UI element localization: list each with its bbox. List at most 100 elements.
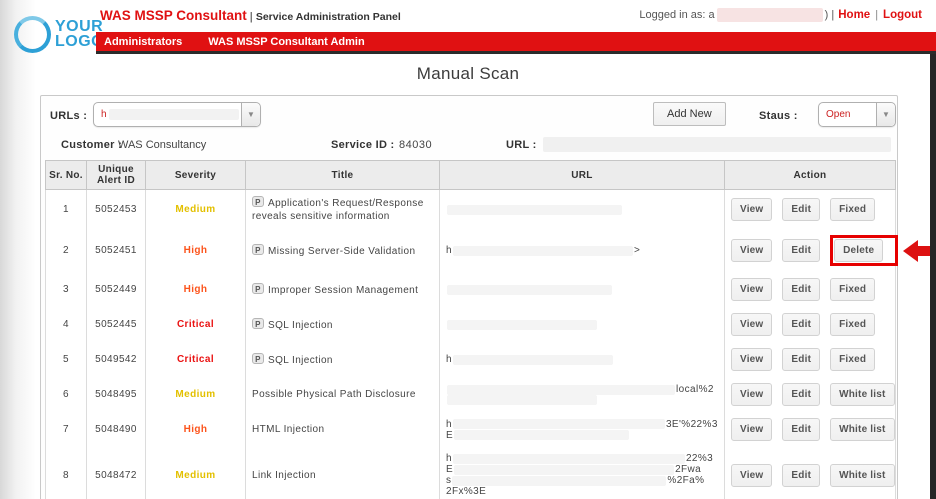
top-header: YOUR LOGO WAS MSSP Consultant | Service Ad… <box>0 0 936 53</box>
window-edge <box>930 54 936 499</box>
sr-no-cell: 6 <box>45 377 87 412</box>
sr-no-cell: 3 <box>45 272 87 307</box>
app-subtitle: Service Administration Panel <box>255 11 401 23</box>
white-list-button[interactable]: White list <box>830 383 895 406</box>
home-link[interactable]: Home <box>838 9 870 21</box>
table-row: 1 5052453 Medium P Application's Request/Res… <box>45 189 896 229</box>
logged-in-text: Logged in as: a <box>639 9 715 21</box>
fixed-button[interactable]: Fixed <box>830 278 876 301</box>
white-list-button[interactable]: White list <box>830 463 895 487</box>
col-severity: Severity <box>145 160 246 190</box>
url-fragment-line <box>446 319 718 330</box>
port-badge-icon: P <box>252 352 264 364</box>
url-fragment-line <box>446 204 718 215</box>
url-fragment-line: local%2 <box>446 384 718 395</box>
redacted-text <box>452 245 633 256</box>
edit-button[interactable]: Edit <box>782 239 821 262</box>
view-button[interactable]: View <box>731 239 773 262</box>
customer-value: WAS Consultancy <box>118 139 207 151</box>
alert-url-cell <box>439 189 725 229</box>
sr-no-cell: 4 <box>45 307 87 342</box>
url-fragment-line: E <box>446 430 718 441</box>
edit-button[interactable]: Edit <box>782 313 821 336</box>
page-title: Manual Scan <box>416 64 520 83</box>
edit-button[interactable]: Edit <box>782 463 821 487</box>
highlight-box: Delete <box>830 235 936 266</box>
severity-badge: Medium <box>145 189 246 229</box>
alert-id-cell: 5052449 <box>86 272 146 307</box>
nav-item-was-mssp-consultant-admin[interactable]: WAS MSSP Consultant Admin <box>208 36 364 48</box>
view-button[interactable]: View <box>731 418 773 441</box>
redacted-text <box>452 354 613 365</box>
edit-button[interactable]: Edit <box>782 383 821 406</box>
alert-title-cell: HTML Injection <box>245 412 440 447</box>
severity-badge: High <box>145 229 246 272</box>
alert-id-cell: 5052453 <box>86 189 146 229</box>
edit-button[interactable]: Edit <box>782 348 821 371</box>
action-cell: View Edit Fixed <box>724 189 896 229</box>
status-dropdown-value: Open <box>826 109 851 120</box>
alert-url-cell: h <box>439 342 725 377</box>
white-list-button[interactable]: White list <box>830 418 895 441</box>
alert-url-cell: h 22%3 E 2Fwa s %2Fa% 2Fx%3E <box>439 447 725 499</box>
nav-item-administrators[interactable]: Administrators <box>104 36 182 48</box>
app-title-bar: WAS MSSP Consultant | Service Administrati… <box>100 7 401 25</box>
fixed-button[interactable]: Fixed <box>830 198 876 221</box>
status-dropdown[interactable]: Open ▼ <box>818 102 896 127</box>
delete-button[interactable]: Delete <box>834 239 884 262</box>
view-button[interactable]: View <box>731 198 773 221</box>
add-new-button[interactable]: Add New <box>653 102 726 126</box>
col-sr-no: Sr. No. <box>45 160 87 190</box>
alert-id-cell: 5049542 <box>86 342 146 377</box>
url-label: URL : <box>506 139 537 151</box>
view-button[interactable]: View <box>731 278 773 301</box>
chevron-down-icon[interactable]: ▼ <box>876 103 895 126</box>
sr-no-cell: 5 <box>45 342 87 377</box>
redacted-text <box>447 319 597 330</box>
table-row: 7 5048490 High HTML Injection h 3E'%22%3 E View… <box>45 412 896 447</box>
urls-dropdown-value: h <box>94 109 241 120</box>
alert-url-cell: h > <box>439 229 725 272</box>
toolbar: URLs : h ▼ Add New Staus : Open ▼ <box>41 96 897 134</box>
view-button[interactable]: View <box>731 383 773 406</box>
chevron-down-icon[interactable]: ▼ <box>241 103 260 126</box>
severity-badge: Critical <box>145 307 246 342</box>
table-row: 6 5048495 Medium Possible Physical Path Dis… <box>45 377 896 412</box>
logo: YOUR LOGO <box>14 8 106 60</box>
action-cell: View Edit Fixed <box>724 272 896 307</box>
alert-title-cell: Link Injection <box>245 447 440 499</box>
severity-badge: High <box>145 272 246 307</box>
view-button[interactable]: View <box>731 313 773 336</box>
url-fragment-line: h 3E'%22%3 <box>446 418 718 430</box>
col-title: Title <box>245 160 440 190</box>
action-cell: View Edit White list <box>724 412 896 447</box>
redacted-username <box>716 8 823 22</box>
table-header-row: Sr. No. Unique Alert ID Severity Title U… <box>45 160 896 190</box>
alert-title-cell: Possible Physical Path Disclosure <box>245 377 440 412</box>
main-navbar: Administrators WAS MSSP Consultant Admin <box>96 32 936 54</box>
url-fragment-line: 2Fx%3E <box>446 486 487 497</box>
fixed-button[interactable]: Fixed <box>830 348 876 371</box>
logout-link[interactable]: Logout <box>883 9 922 21</box>
col-action: Action <box>724 160 896 190</box>
table-row: 5 5049542 Critical P SQL Injection h View Edit F… <box>45 342 896 377</box>
edit-button[interactable]: Edit <box>782 418 821 441</box>
alert-id-cell: 5048472 <box>86 447 146 499</box>
table-row: 3 5052449 High P Improper Session Management… <box>45 272 896 307</box>
url-fragment-line: h > <box>446 245 641 256</box>
port-badge-icon: P <box>252 196 264 207</box>
redacted-text <box>447 384 675 395</box>
col-url: URL <box>439 160 725 190</box>
alert-id-cell: 5052451 <box>86 229 146 272</box>
view-button[interactable]: View <box>731 348 773 371</box>
col-unique-alert-id: Unique Alert ID <box>86 160 146 190</box>
sr-no-cell: 1 <box>45 189 87 229</box>
edit-button[interactable]: Edit <box>782 278 821 301</box>
view-button[interactable]: View <box>731 463 773 487</box>
action-cell: View Edit White list <box>724 447 896 499</box>
edit-button[interactable]: Edit <box>782 198 821 221</box>
sr-no-cell: 2 <box>45 229 87 272</box>
fixed-button[interactable]: Fixed <box>830 313 876 336</box>
title-separator: | <box>249 11 253 23</box>
urls-dropdown[interactable]: h ▼ <box>93 102 261 127</box>
